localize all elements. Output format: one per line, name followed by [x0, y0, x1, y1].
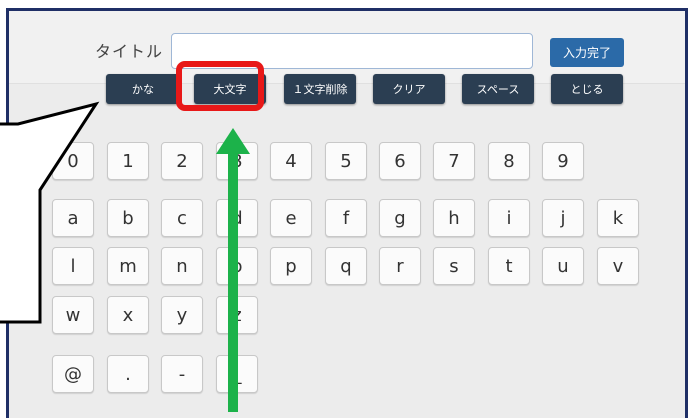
key-k[interactable]: k: [597, 199, 639, 237]
key-9[interactable]: 9: [542, 142, 584, 180]
key-6[interactable]: 6: [379, 142, 421, 180]
clear-button[interactable]: クリア: [373, 74, 445, 104]
key-r[interactable]: r: [379, 247, 421, 285]
space-button[interactable]: スペース: [462, 74, 534, 104]
key-period[interactable]: .: [107, 355, 149, 393]
key-8[interactable]: 8: [488, 142, 530, 180]
key-s[interactable]: s: [433, 247, 475, 285]
arrow-up-icon: [216, 128, 250, 154]
callout-bubble: [0, 101, 100, 324]
key-q[interactable]: q: [325, 247, 367, 285]
title-label: タイトル: [95, 42, 164, 61]
kana-button[interactable]: かな: [106, 74, 180, 104]
key-h[interactable]: h: [433, 199, 475, 237]
key-i[interactable]: i: [488, 199, 530, 237]
pointer-arrow-shaft: [228, 150, 238, 412]
key-1[interactable]: 1: [107, 142, 149, 180]
delete-char-button[interactable]: １文字削除: [284, 74, 356, 104]
key-at[interactable]: @: [52, 355, 94, 393]
key-y[interactable]: y: [161, 296, 203, 334]
key-e[interactable]: e: [270, 199, 312, 237]
key-m[interactable]: m: [107, 247, 149, 285]
key-2[interactable]: 2: [161, 142, 203, 180]
key-c[interactable]: c: [161, 199, 203, 237]
key-b[interactable]: b: [107, 199, 149, 237]
key-v[interactable]: v: [597, 247, 639, 285]
close-button[interactable]: とじる: [551, 74, 623, 104]
key-g[interactable]: g: [379, 199, 421, 237]
key-n[interactable]: n: [161, 247, 203, 285]
key-p[interactable]: p: [270, 247, 312, 285]
key-u[interactable]: u: [542, 247, 584, 285]
done-button[interactable]: 入力完了: [550, 38, 624, 67]
key-hyphen[interactable]: -: [161, 355, 203, 393]
key-5[interactable]: 5: [325, 142, 367, 180]
uppercase-highlight-box: [176, 61, 264, 111]
key-j[interactable]: j: [542, 199, 584, 237]
key-7[interactable]: 7: [433, 142, 475, 180]
key-x[interactable]: x: [107, 296, 149, 334]
key-t[interactable]: t: [488, 247, 530, 285]
key-f[interactable]: f: [325, 199, 367, 237]
key-4[interactable]: 4: [270, 142, 312, 180]
